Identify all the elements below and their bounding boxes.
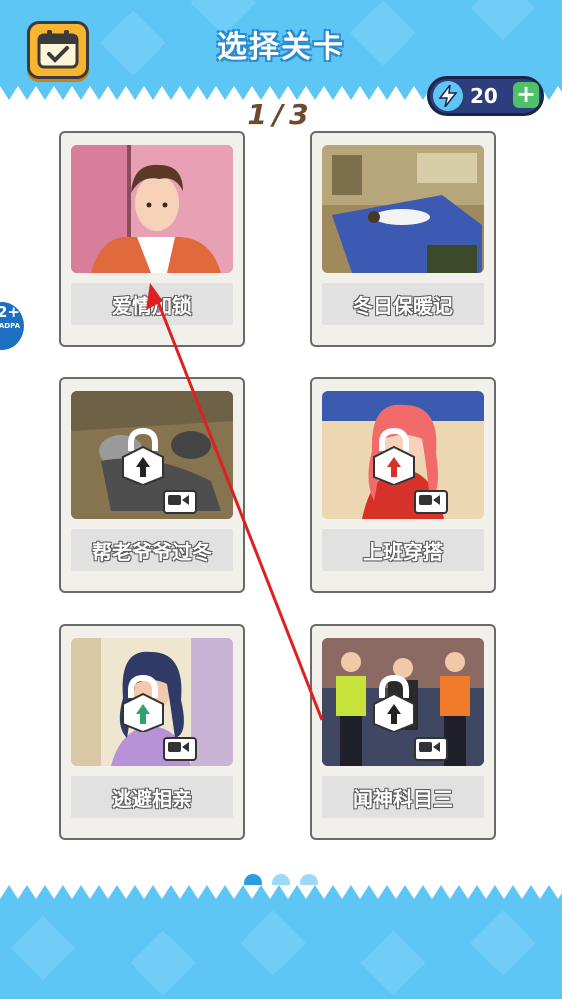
video-ad-icon <box>163 490 197 514</box>
page-indicator: 1/3 <box>247 98 315 131</box>
level-label: 逃避相亲 <box>71 776 233 818</box>
level-card-6[interactable]: 闻神科目三 <box>310 624 496 840</box>
level-card-3[interactable]: 帮老爷爷过冬 <box>59 377 245 593</box>
bg-diamond <box>470 910 536 976</box>
lock-icon <box>373 674 415 732</box>
video-ad-icon <box>414 490 448 514</box>
lock-icon <box>373 427 415 485</box>
footer-band <box>0 885 562 999</box>
lock-icon <box>122 674 164 732</box>
level-card-2[interactable]: 冬日保暖记 <box>310 131 496 347</box>
level-label: 冬日保暖记 <box>322 283 484 325</box>
bg-diamond <box>130 930 196 996</box>
lock-icon <box>122 427 164 485</box>
bg-diamond <box>240 910 306 976</box>
bg-diamond <box>10 915 76 981</box>
video-ad-icon <box>414 737 448 761</box>
level-label: 帮老爷爷过冬 <box>71 529 233 571</box>
level-thumbnail <box>71 145 233 273</box>
level-card-4[interactable]: 上班穿搭 <box>310 377 496 593</box>
level-label: 上班穿搭 <box>322 529 484 571</box>
page-title: 选择关卡 <box>217 30 345 65</box>
level-card-5[interactable]: 逃避相亲 <box>59 624 245 840</box>
age-rating-text: 12+ <box>0 303 20 321</box>
level-label: 爱情加锁 <box>71 283 233 325</box>
level-label: 闻神科目三 <box>322 776 484 818</box>
level-card-1[interactable]: 爱情加锁 <box>59 131 245 347</box>
bg-diamond <box>360 930 426 996</box>
age-rating-sub: CADPA <box>0 322 20 330</box>
video-ad-icon <box>163 737 197 761</box>
level-thumbnail <box>322 145 484 273</box>
age-rating-badge[interactable]: 12+ CADPA <box>0 300 26 352</box>
zigzag-edge <box>0 885 562 899</box>
